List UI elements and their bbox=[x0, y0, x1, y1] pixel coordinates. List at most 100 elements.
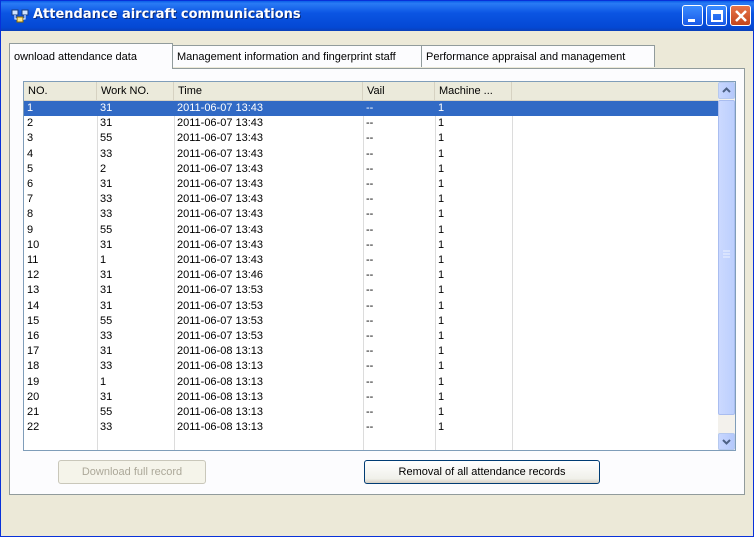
cell-vail: -- bbox=[366, 193, 374, 206]
table-row[interactable]: 16 33 2011-06-07 13:53 -- 1 bbox=[24, 329, 719, 344]
cell-vail: -- bbox=[366, 117, 374, 130]
close-button[interactable] bbox=[730, 5, 751, 26]
cell-time: 2011-06-07 13:53 bbox=[177, 284, 264, 297]
table-row[interactable]: 5 2 2011-06-07 13:43 -- 1 bbox=[24, 162, 719, 177]
cell-no: 20 bbox=[27, 390, 40, 403]
cell-vail: -- bbox=[366, 284, 374, 297]
cell-time: 2011-06-07 13:43 bbox=[177, 254, 264, 266]
title-bar[interactable]: Attendance aircraft communications bbox=[1, 1, 754, 31]
cell-vail: -- bbox=[366, 147, 374, 160]
table-row[interactable]: 3 55 2011-06-07 13:43 -- 1 bbox=[24, 131, 719, 146]
cell-time: 2011-06-07 13:43 bbox=[177, 162, 264, 175]
table-row[interactable]: 19 1 2011-06-08 13:13 -- 1 bbox=[24, 375, 719, 390]
table-row[interactable]: 22 33 2011-06-08 13:13 -- 1 bbox=[24, 420, 719, 435]
cell-machine: 1 bbox=[438, 390, 445, 403]
cell-work-no: 55 bbox=[100, 314, 113, 327]
cell-machine: 1 bbox=[438, 223, 445, 236]
tab-management-fingerprint[interactable]: Management information and fingerprint s… bbox=[172, 45, 422, 67]
app-window: Attendance aircraft communications ownlo… bbox=[0, 0, 754, 537]
column-header-time[interactable]: Time bbox=[174, 82, 363, 100]
chevron-up-icon bbox=[722, 87, 731, 93]
column-header-machine[interactable]: Machine ... bbox=[435, 82, 512, 100]
minimize-button[interactable] bbox=[682, 5, 703, 26]
table-row[interactable]: 6 31 2011-06-07 13:43 -- 1 bbox=[24, 177, 719, 192]
table-row[interactable]: 11 1 2011-06-07 13:43 -- 1 bbox=[24, 253, 719, 268]
cell-work-no: 55 bbox=[100, 132, 113, 145]
cell-work-no: 31 bbox=[100, 238, 113, 251]
network-app-icon bbox=[11, 8, 29, 24]
cell-machine: 1 bbox=[438, 238, 445, 251]
table-row[interactable]: 13 31 2011-06-07 13:53 -- 1 bbox=[24, 283, 719, 298]
cell-time: 2011-06-07 13:43 bbox=[177, 178, 264, 190]
table-row[interactable]: 9 55 2011-06-07 13:43 -- 1 bbox=[24, 223, 719, 238]
cell-machine: 1 bbox=[438, 147, 445, 160]
cell-time: 2011-06-07 13:53 bbox=[177, 330, 264, 342]
cell-vail: -- bbox=[366, 314, 374, 327]
vertical-scrollbar[interactable] bbox=[718, 82, 735, 450]
cell-machine: 1 bbox=[438, 117, 445, 130]
cell-time: 2011-06-07 13:43 bbox=[177, 117, 264, 130]
table-row[interactable]: 14 31 2011-06-07 13:53 -- 1 bbox=[24, 299, 719, 314]
remove-all-records-button[interactable]: Removal of all attendance records bbox=[364, 460, 600, 484]
cell-work-no: 31 bbox=[100, 269, 113, 282]
tab-performance-appraisal[interactable]: Performance appraisal and management bbox=[421, 45, 655, 67]
cell-time: 2011-06-08 13:13 bbox=[177, 345, 264, 358]
table-row[interactable]: 21 55 2011-06-08 13:13 -- 1 bbox=[24, 405, 719, 420]
cell-no: 6 bbox=[27, 178, 34, 190]
cell-work-no: 33 bbox=[100, 330, 113, 342]
cell-work-no: 31 bbox=[100, 178, 113, 190]
table-row[interactable]: 8 33 2011-06-07 13:43 -- 1 bbox=[24, 207, 719, 222]
cell-work-no: 33 bbox=[100, 193, 113, 206]
table-row[interactable]: 15 55 2011-06-07 13:53 -- 1 bbox=[24, 314, 719, 329]
cell-vail: -- bbox=[366, 102, 374, 114]
cell-time: 2011-06-07 13:43 bbox=[177, 238, 264, 251]
cell-work-no: 31 bbox=[100, 284, 113, 297]
cell-work-no: 31 bbox=[100, 345, 113, 358]
cell-vail: -- bbox=[366, 238, 374, 251]
table-row[interactable]: 17 31 2011-06-08 13:13 -- 1 bbox=[24, 344, 719, 359]
tab-download-attendance[interactable]: ownload attendance data bbox=[9, 43, 173, 69]
cell-time: 2011-06-07 13:43 bbox=[177, 208, 264, 221]
cell-time: 2011-06-07 13:53 bbox=[177, 299, 264, 312]
table-row[interactable]: 12 31 2011-06-07 13:46 -- 1 bbox=[24, 268, 719, 283]
cell-time: 2011-06-07 13:43 bbox=[177, 102, 264, 114]
column-header-work-no[interactable]: Work NO. bbox=[97, 82, 174, 100]
cell-vail: -- bbox=[366, 406, 374, 418]
cell-work-no: 1 bbox=[100, 254, 107, 266]
cell-no: 12 bbox=[27, 269, 40, 282]
scroll-up-button[interactable] bbox=[718, 82, 735, 99]
cell-machine: 1 bbox=[438, 132, 445, 145]
cell-no: 13 bbox=[27, 284, 40, 297]
scroll-thumb[interactable] bbox=[718, 100, 735, 415]
cell-no: 9 bbox=[27, 223, 34, 236]
table-row[interactable]: 7 33 2011-06-07 13:43 -- 1 bbox=[24, 192, 719, 207]
table-row[interactable]: 10 31 2011-06-07 13:43 -- 1 bbox=[24, 238, 719, 253]
table-row[interactable]: 1 31 2011-06-07 13:43 -- 1 bbox=[24, 101, 719, 116]
cell-no: 19 bbox=[27, 375, 40, 388]
cell-work-no: 33 bbox=[100, 147, 113, 160]
cell-no: 14 bbox=[27, 299, 40, 312]
cell-machine: 1 bbox=[438, 269, 445, 282]
maximize-button[interactable] bbox=[706, 5, 727, 26]
cell-no: 1 bbox=[27, 102, 34, 114]
list-header: NO. Work NO. Time Vail Machine ... bbox=[24, 82, 719, 101]
cell-work-no: 55 bbox=[100, 406, 113, 418]
table-row[interactable]: 18 33 2011-06-08 13:13 -- 1 bbox=[24, 359, 719, 374]
attendance-list[interactable]: NO. Work NO. Time Vail Machine ... 1 31 20… bbox=[23, 81, 736, 451]
cell-vail: -- bbox=[366, 132, 374, 145]
cell-work-no: 33 bbox=[100, 360, 113, 373]
cell-work-no: 1 bbox=[100, 375, 107, 388]
download-full-record-button[interactable]: Download full record bbox=[58, 460, 206, 484]
scroll-down-button[interactable] bbox=[718, 433, 735, 450]
cell-machine: 1 bbox=[438, 421, 445, 434]
cell-no: 8 bbox=[27, 208, 34, 221]
table-row[interactable]: 4 33 2011-06-07 13:43 -- 1 bbox=[24, 147, 719, 162]
cell-vail: -- bbox=[366, 421, 374, 434]
cell-work-no: 2 bbox=[100, 162, 107, 175]
cell-work-no: 33 bbox=[100, 421, 113, 434]
column-header-no[interactable]: NO. bbox=[24, 82, 97, 100]
table-row[interactable]: 2 31 2011-06-07 13:43 -- 1 bbox=[24, 116, 719, 131]
column-header-vail[interactable]: Vail bbox=[363, 82, 435, 100]
table-row[interactable]: 20 31 2011-06-08 13:13 -- 1 bbox=[24, 390, 719, 405]
cell-time: 2011-06-08 13:13 bbox=[177, 375, 264, 388]
